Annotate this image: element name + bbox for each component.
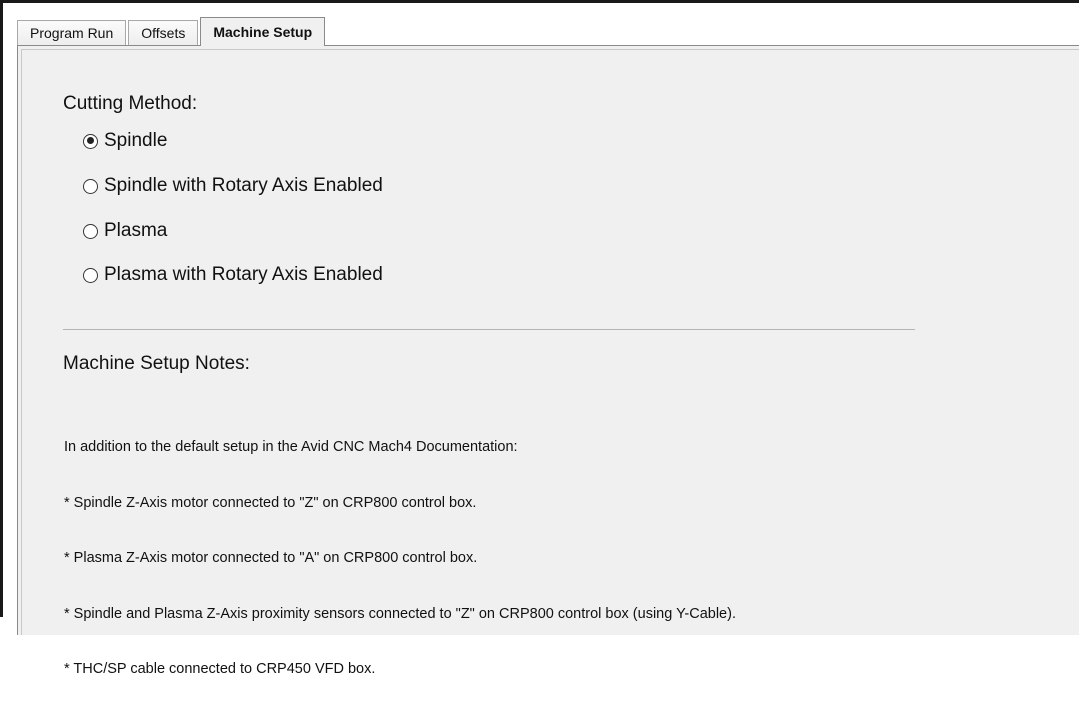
radio-label: Plasma with Rotary Axis Enabled <box>104 264 383 285</box>
radio-button-icon[interactable] <box>83 178 98 194</box>
section-divider <box>63 329 915 330</box>
radio-label: Spindle <box>104 130 168 151</box>
notes-line: * Spindle and Plasma Z-Axis proximity se… <box>64 605 736 622</box>
machine-setup-notes: In addition to the default setup in the … <box>64 401 736 716</box>
radio-spindle[interactable]: Spindle <box>83 130 167 152</box>
tab-bar: Program Run Offsets Machine Setup <box>17 17 327 46</box>
radio-button-icon[interactable] <box>83 267 98 283</box>
radio-plasma-rotary[interactable]: Plasma with Rotary Axis Enabled <box>83 264 383 286</box>
notes-line: * Spindle Z-Axis motor connected to "Z" … <box>64 494 477 511</box>
radio-button-icon[interactable] <box>83 223 98 239</box>
radio-label: Plasma <box>104 220 168 241</box>
tab-program-run[interactable]: Program Run <box>17 20 127 46</box>
notes-line: * THC/SP cable connected to CRP450 VFD b… <box>64 661 376 677</box>
tab-offsets[interactable]: Offsets <box>128 20 199 46</box>
notes-line: * Plasma Z-Axis motor connected to "A" o… <box>64 550 478 566</box>
cutting-method-title: Cutting Method: <box>63 93 198 114</box>
notes-line: In addition to the default setup in the … <box>64 439 518 455</box>
radio-label: Spindle with Rotary Axis Enabled <box>104 175 383 196</box>
radio-spindle-rotary[interactable]: Spindle with Rotary Axis Enabled <box>83 175 383 197</box>
radio-plasma[interactable]: Plasma <box>83 220 167 242</box>
window-frame: Program Run Offsets Machine Setup Cuttin… <box>0 0 1079 677</box>
tab-machine-setup[interactable]: Machine Setup <box>200 17 326 46</box>
machine-setup-notes-title: Machine Setup Notes: <box>63 353 250 374</box>
radio-button-icon[interactable] <box>83 133 98 149</box>
